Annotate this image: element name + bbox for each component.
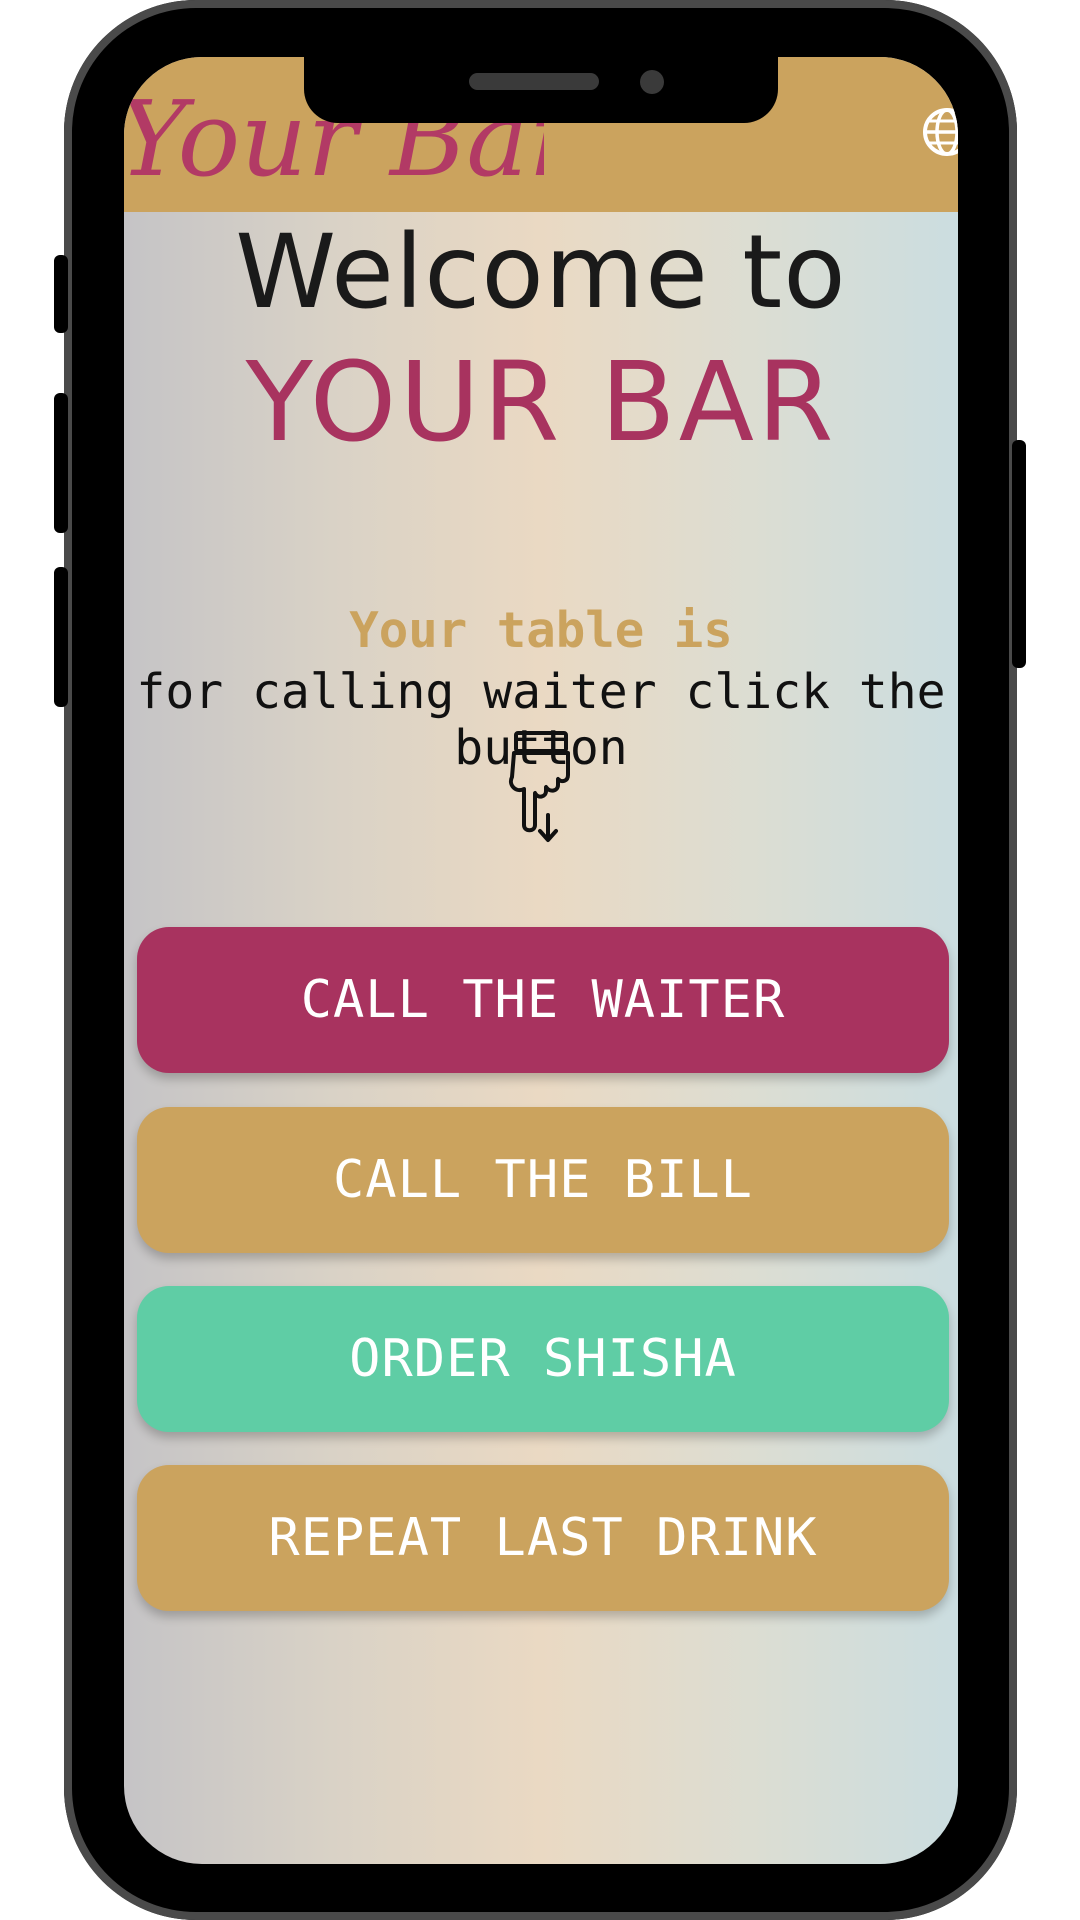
repeat-last-drink-button[interactable]: REPEAT LAST DRINK <box>137 1465 949 1611</box>
volume-down-button <box>54 567 68 707</box>
volume-up-button <box>54 393 68 533</box>
call-bill-button[interactable]: CALL THE BILL <box>137 1107 949 1253</box>
mute-switch <box>54 255 68 333</box>
order-shisha-button[interactable]: ORDER SHISHA <box>137 1286 949 1432</box>
pointing-hand-down-icon <box>509 731 570 842</box>
power-button <box>1012 440 1026 668</box>
device-frame: Your Bar Welcome to YOUR BAR Your table … <box>0 0 1080 1920</box>
globe-icon[interactable] <box>920 105 958 159</box>
table-number-label: Your table is <box>349 602 733 659</box>
call-waiter-button[interactable]: CALL THE WAITER <box>137 927 949 1073</box>
instruction-line-1: for calling waiter click the <box>136 664 946 720</box>
app-screen: Your Bar Welcome to YOUR BAR Your table … <box>124 57 958 1864</box>
bar-name-heading: YOUR BAR <box>245 338 837 466</box>
front-camera <box>640 70 664 94</box>
earpiece-speaker <box>469 73 599 90</box>
